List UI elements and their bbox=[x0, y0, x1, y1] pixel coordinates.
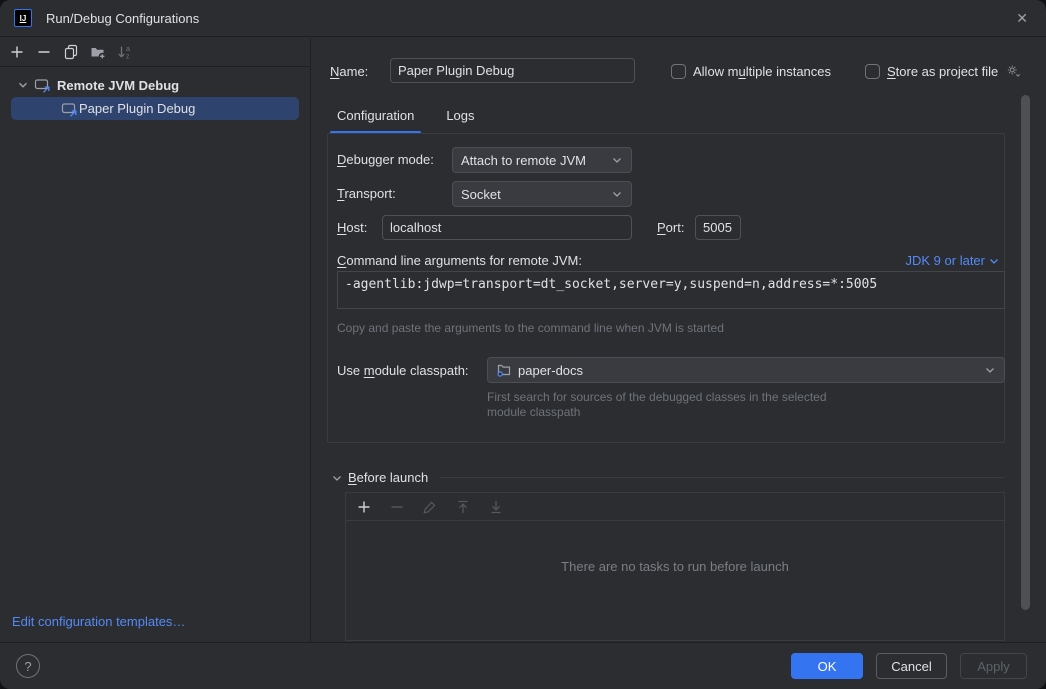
svg-text:z: z bbox=[126, 54, 130, 61]
command-line-arguments-label: Command line arguments for remote JVM: bbox=[337, 253, 582, 268]
remove-icon[interactable] bbox=[36, 44, 52, 60]
store-as-project-file-checkbox[interactable]: Store as project file bbox=[865, 58, 1022, 84]
transport-label: Transport: bbox=[337, 186, 396, 201]
before-launch-toolbar bbox=[346, 493, 1004, 521]
move-down-icon[interactable] bbox=[488, 499, 504, 515]
host-label: Host: bbox=[337, 220, 367, 235]
before-launch-panel: There are no tasks to run before launch bbox=[345, 492, 1005, 641]
apply-button: Apply bbox=[960, 653, 1027, 679]
module-classpath-select[interactable]: paper-docs bbox=[487, 357, 1005, 383]
debugger-mode-value: Attach to remote JVM bbox=[461, 153, 605, 168]
configurations-tree: Remote JVM Debug Paper Plugin Debug bbox=[0, 67, 310, 120]
tab-logs[interactable]: Logs bbox=[439, 97, 481, 134]
tree-item-paper-plugin-debug[interactable]: Paper Plugin Debug bbox=[11, 97, 299, 120]
transport-select[interactable]: Socket bbox=[452, 181, 632, 207]
port-input[interactable] bbox=[695, 215, 741, 240]
chevron-down-icon bbox=[984, 364, 996, 376]
debugger-mode-label: Debugger mode: bbox=[337, 152, 434, 167]
store-as-project-file-label: Store as project file bbox=[887, 64, 998, 79]
configurations-sidebar: az Remote JVM Debug Paper Plugin Debug E… bbox=[0, 38, 311, 642]
close-icon[interactable]: ✕ bbox=[1012, 8, 1032, 29]
command-line-arguments-hint: Copy and paste the arguments to the comm… bbox=[337, 321, 724, 336]
chevron-down-icon bbox=[611, 154, 623, 166]
edit-configuration-templates-link[interactable]: Edit configuration templates… bbox=[12, 614, 185, 629]
ok-button[interactable]: OK bbox=[791, 653, 863, 679]
module-classpath-value: paper-docs bbox=[518, 363, 978, 378]
remote-debug-config-icon bbox=[61, 101, 77, 117]
svg-text:a: a bbox=[126, 46, 130, 53]
tab-configuration[interactable]: Configuration bbox=[330, 97, 421, 134]
add-icon[interactable] bbox=[356, 499, 372, 515]
copy-icon[interactable] bbox=[63, 44, 79, 60]
run-debug-configurations-dialog: IJ Run/Debug Configurations ✕ az bbox=[0, 0, 1046, 689]
chevron-down-icon bbox=[611, 188, 623, 200]
allow-multiple-instances-checkbox[interactable]: Allow multiple instances bbox=[671, 58, 831, 84]
help-icon[interactable]: ? bbox=[16, 654, 40, 678]
dialog-footer: ? OK Cancel Apply bbox=[0, 642, 1046, 689]
sidebar-toolbar: az bbox=[0, 38, 310, 67]
window-title: Run/Debug Configurations bbox=[46, 11, 199, 26]
tree-item-label: Paper Plugin Debug bbox=[79, 101, 195, 116]
section-divider bbox=[440, 477, 1005, 478]
chevron-down-icon[interactable] bbox=[15, 77, 31, 93]
before-launch-header: Before launch bbox=[330, 470, 1005, 485]
port-label: Port: bbox=[657, 220, 684, 235]
edit-icon[interactable] bbox=[422, 499, 438, 515]
cancel-button[interactable]: Cancel bbox=[876, 653, 947, 679]
allow-multiple-instances-label: Allow multiple instances bbox=[693, 64, 831, 79]
use-module-classpath-label: Use module classpath: bbox=[337, 363, 469, 378]
checkbox-icon[interactable] bbox=[671, 64, 686, 79]
debugger-mode-select[interactable]: Attach to remote JVM bbox=[452, 147, 632, 173]
titlebar: IJ Run/Debug Configurations ✕ bbox=[0, 0, 1046, 37]
chevron-down-icon[interactable] bbox=[330, 471, 344, 485]
name-input[interactable] bbox=[390, 58, 635, 83]
vertical-scrollbar[interactable] bbox=[1021, 95, 1030, 610]
configuration-editor: Name: Allow multiple instances Store as … bbox=[312, 38, 1046, 642]
name-label: Name: bbox=[330, 64, 368, 79]
jdk-version-selector[interactable]: JDK 9 or later bbox=[906, 253, 1000, 268]
sort-alphabetically-icon[interactable]: az bbox=[117, 44, 133, 60]
checkbox-icon[interactable] bbox=[865, 64, 880, 79]
tree-group-label: Remote JVM Debug bbox=[57, 78, 179, 93]
module-icon bbox=[496, 362, 512, 378]
before-launch-empty-text: There are no tasks to run before launch bbox=[346, 559, 1004, 574]
host-input[interactable] bbox=[382, 215, 632, 240]
before-launch-label[interactable]: Before launch bbox=[348, 470, 428, 485]
intellij-logo-icon: IJ bbox=[14, 9, 32, 27]
gear-icon[interactable] bbox=[1005, 63, 1022, 79]
remove-icon[interactable] bbox=[389, 499, 405, 515]
new-folder-icon[interactable] bbox=[90, 44, 106, 60]
transport-value: Socket bbox=[461, 187, 605, 202]
add-icon[interactable] bbox=[9, 44, 25, 60]
chevron-down-icon bbox=[988, 255, 1000, 267]
command-line-arguments-field[interactable]: -agentlib:jdwp=transport=dt_socket,serve… bbox=[337, 271, 1005, 309]
settings-tabs: Configuration Logs bbox=[330, 97, 482, 134]
move-up-icon[interactable] bbox=[455, 499, 471, 515]
module-classpath-hint: First search for sources of the debugged… bbox=[487, 390, 842, 420]
tree-item-remote-jvm-debug[interactable]: Remote JVM Debug bbox=[0, 74, 310, 96]
remote-debug-config-icon bbox=[34, 77, 50, 93]
